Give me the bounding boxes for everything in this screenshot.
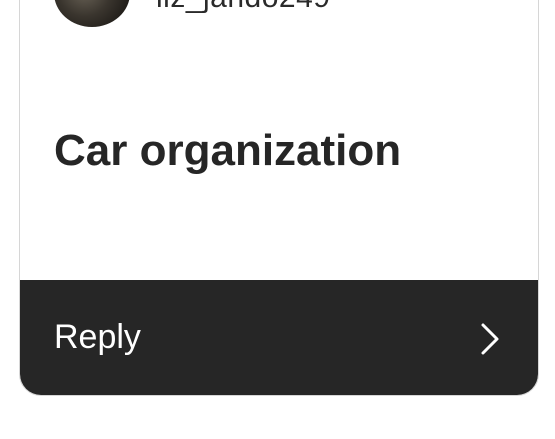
reply-button[interactable]: Reply: [20, 280, 538, 395]
reply-label: Reply: [54, 318, 141, 356]
post-title: Car organization: [54, 126, 402, 175]
chevron-right-icon: [481, 323, 499, 355]
username[interactable]: liz_jando249: [156, 0, 330, 15]
avatar[interactable]: [54, 0, 130, 27]
pin-card: liz_jando249 Car organization Reply: [19, 0, 539, 396]
